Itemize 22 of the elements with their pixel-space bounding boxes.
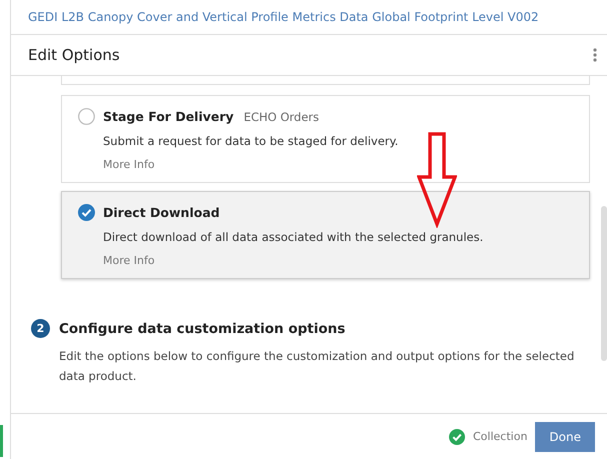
method-title: Stage For Delivery xyxy=(103,109,234,124)
section-description: Edit the options below to configure the customization and output options for the selected data product. xyxy=(59,348,576,386)
panel-title: Edit Options xyxy=(28,46,120,64)
scrollbar[interactable] xyxy=(601,206,607,361)
check-circle-icon xyxy=(449,428,465,444)
dataset-title[interactable]: GEDI L2B Canopy Cover and Vertical Profile Metrics Data Global Footprint Level V002 xyxy=(28,10,539,24)
method-description: Direct download of all data associated with the selected granules. xyxy=(103,230,484,244)
method-description: Submit a request for data to be staged for delivery. xyxy=(103,134,400,148)
method-title: Direct Download xyxy=(103,205,220,220)
done-button[interactable]: Done xyxy=(535,422,595,452)
more-info-link[interactable]: More Info xyxy=(103,254,155,267)
access-method-card[interactable]: Stage For Delivery ECHO Orders Submit a request for data to be staged for delivery. More Info xyxy=(61,95,590,183)
access-method-card[interactable]: Direct Download Direct download of all data associated with the selected granules. More Info xyxy=(61,191,590,279)
section-title: Configure data customization options xyxy=(59,320,346,336)
status-bar-edge xyxy=(0,425,3,457)
checked-radio-icon[interactable] xyxy=(78,204,95,221)
step-number-badge: 2 xyxy=(31,319,50,338)
status-text: Collection xyxy=(473,430,528,443)
radio-button-icon[interactable] xyxy=(78,108,95,125)
method-subtitle: ECHO Orders xyxy=(244,110,320,124)
more-info-link[interactable]: More Info xyxy=(103,158,155,171)
more-options-icon[interactable] xyxy=(593,48,597,62)
